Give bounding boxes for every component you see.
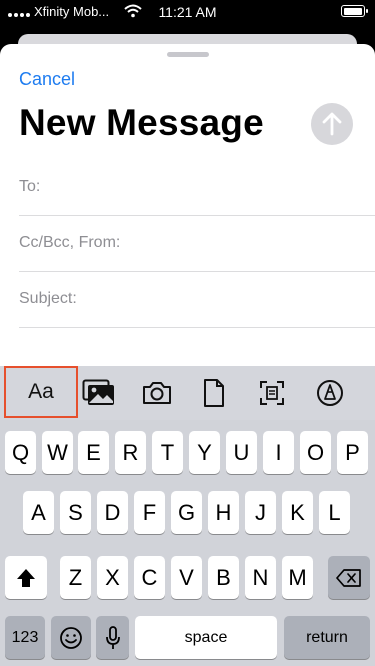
key-d[interactable]: D [97,491,128,534]
sheet-grabber[interactable] [167,52,209,57]
shift-icon [17,568,35,587]
emoji-key[interactable] [51,616,91,659]
space-key[interactable]: space [135,616,277,659]
key-b[interactable]: B [208,556,239,599]
clock: 11:21 AM [158,4,217,20]
return-key[interactable]: return [284,616,370,659]
status-bar: Xfinity Mob... 11:21 AM [0,0,375,24]
key-i[interactable]: I [263,431,294,474]
shift-key[interactable] [5,556,47,599]
format-bar: Aa [0,366,375,420]
key-x[interactable]: X [97,556,128,599]
numbers-key[interactable]: 123 [5,616,45,659]
markup-icon[interactable] [312,366,348,420]
key-z[interactable]: Z [60,556,91,599]
key-c[interactable]: C [134,556,165,599]
keyboard: Q W E R T Y U I O P A S D F G H J K L Z … [0,420,375,666]
key-w[interactable]: W [42,431,73,474]
key-h[interactable]: H [208,491,239,534]
to-field[interactable]: To: [19,160,375,216]
key-u[interactable]: U [226,431,257,474]
key-a[interactable]: A [23,491,54,534]
cancel-button[interactable]: Cancel [19,69,75,90]
key-t[interactable]: T [152,431,183,474]
delete-key[interactable] [328,556,370,599]
subject-field[interactable]: Subject: [19,272,375,328]
emoji-icon [60,626,82,649]
key-o[interactable]: O [300,431,331,474]
key-q[interactable]: Q [5,431,36,474]
to-label: To: [19,178,41,195]
battery-icon [341,5,368,17]
compose-sheet: Cancel New Message To: Cc/Bcc, From: Sub… [0,44,375,366]
key-m[interactable]: M [282,556,313,599]
dictation-key[interactable] [96,616,129,659]
key-r[interactable]: R [115,431,146,474]
key-p[interactable]: P [337,431,368,474]
microphone-icon [105,625,120,649]
page-title: New Message [19,102,264,143]
photo-library-icon[interactable] [80,366,118,420]
scan-document-icon[interactable] [254,366,290,420]
key-g[interactable]: G [171,491,202,534]
document-icon[interactable] [196,366,232,420]
key-e[interactable]: E [78,431,109,474]
backspace-icon [336,568,361,587]
key-f[interactable]: F [134,491,165,534]
camera-icon[interactable] [138,366,176,420]
key-k[interactable]: K [282,491,313,534]
key-v[interactable]: V [171,556,202,599]
send-button[interactable] [311,103,353,145]
key-y[interactable]: Y [189,431,220,474]
text-format-button[interactable]: Aa [4,366,78,418]
key-j[interactable]: J [245,491,276,534]
subject-label: Subject: [19,290,77,307]
cc-bcc-from-field[interactable]: Cc/Bcc, From: [19,216,375,272]
key-n[interactable]: N [245,556,276,599]
key-s[interactable]: S [60,491,91,534]
cc-bcc-from-label: Cc/Bcc, From: [19,234,121,251]
arrow-up-icon [322,112,342,136]
key-l[interactable]: L [319,491,350,534]
